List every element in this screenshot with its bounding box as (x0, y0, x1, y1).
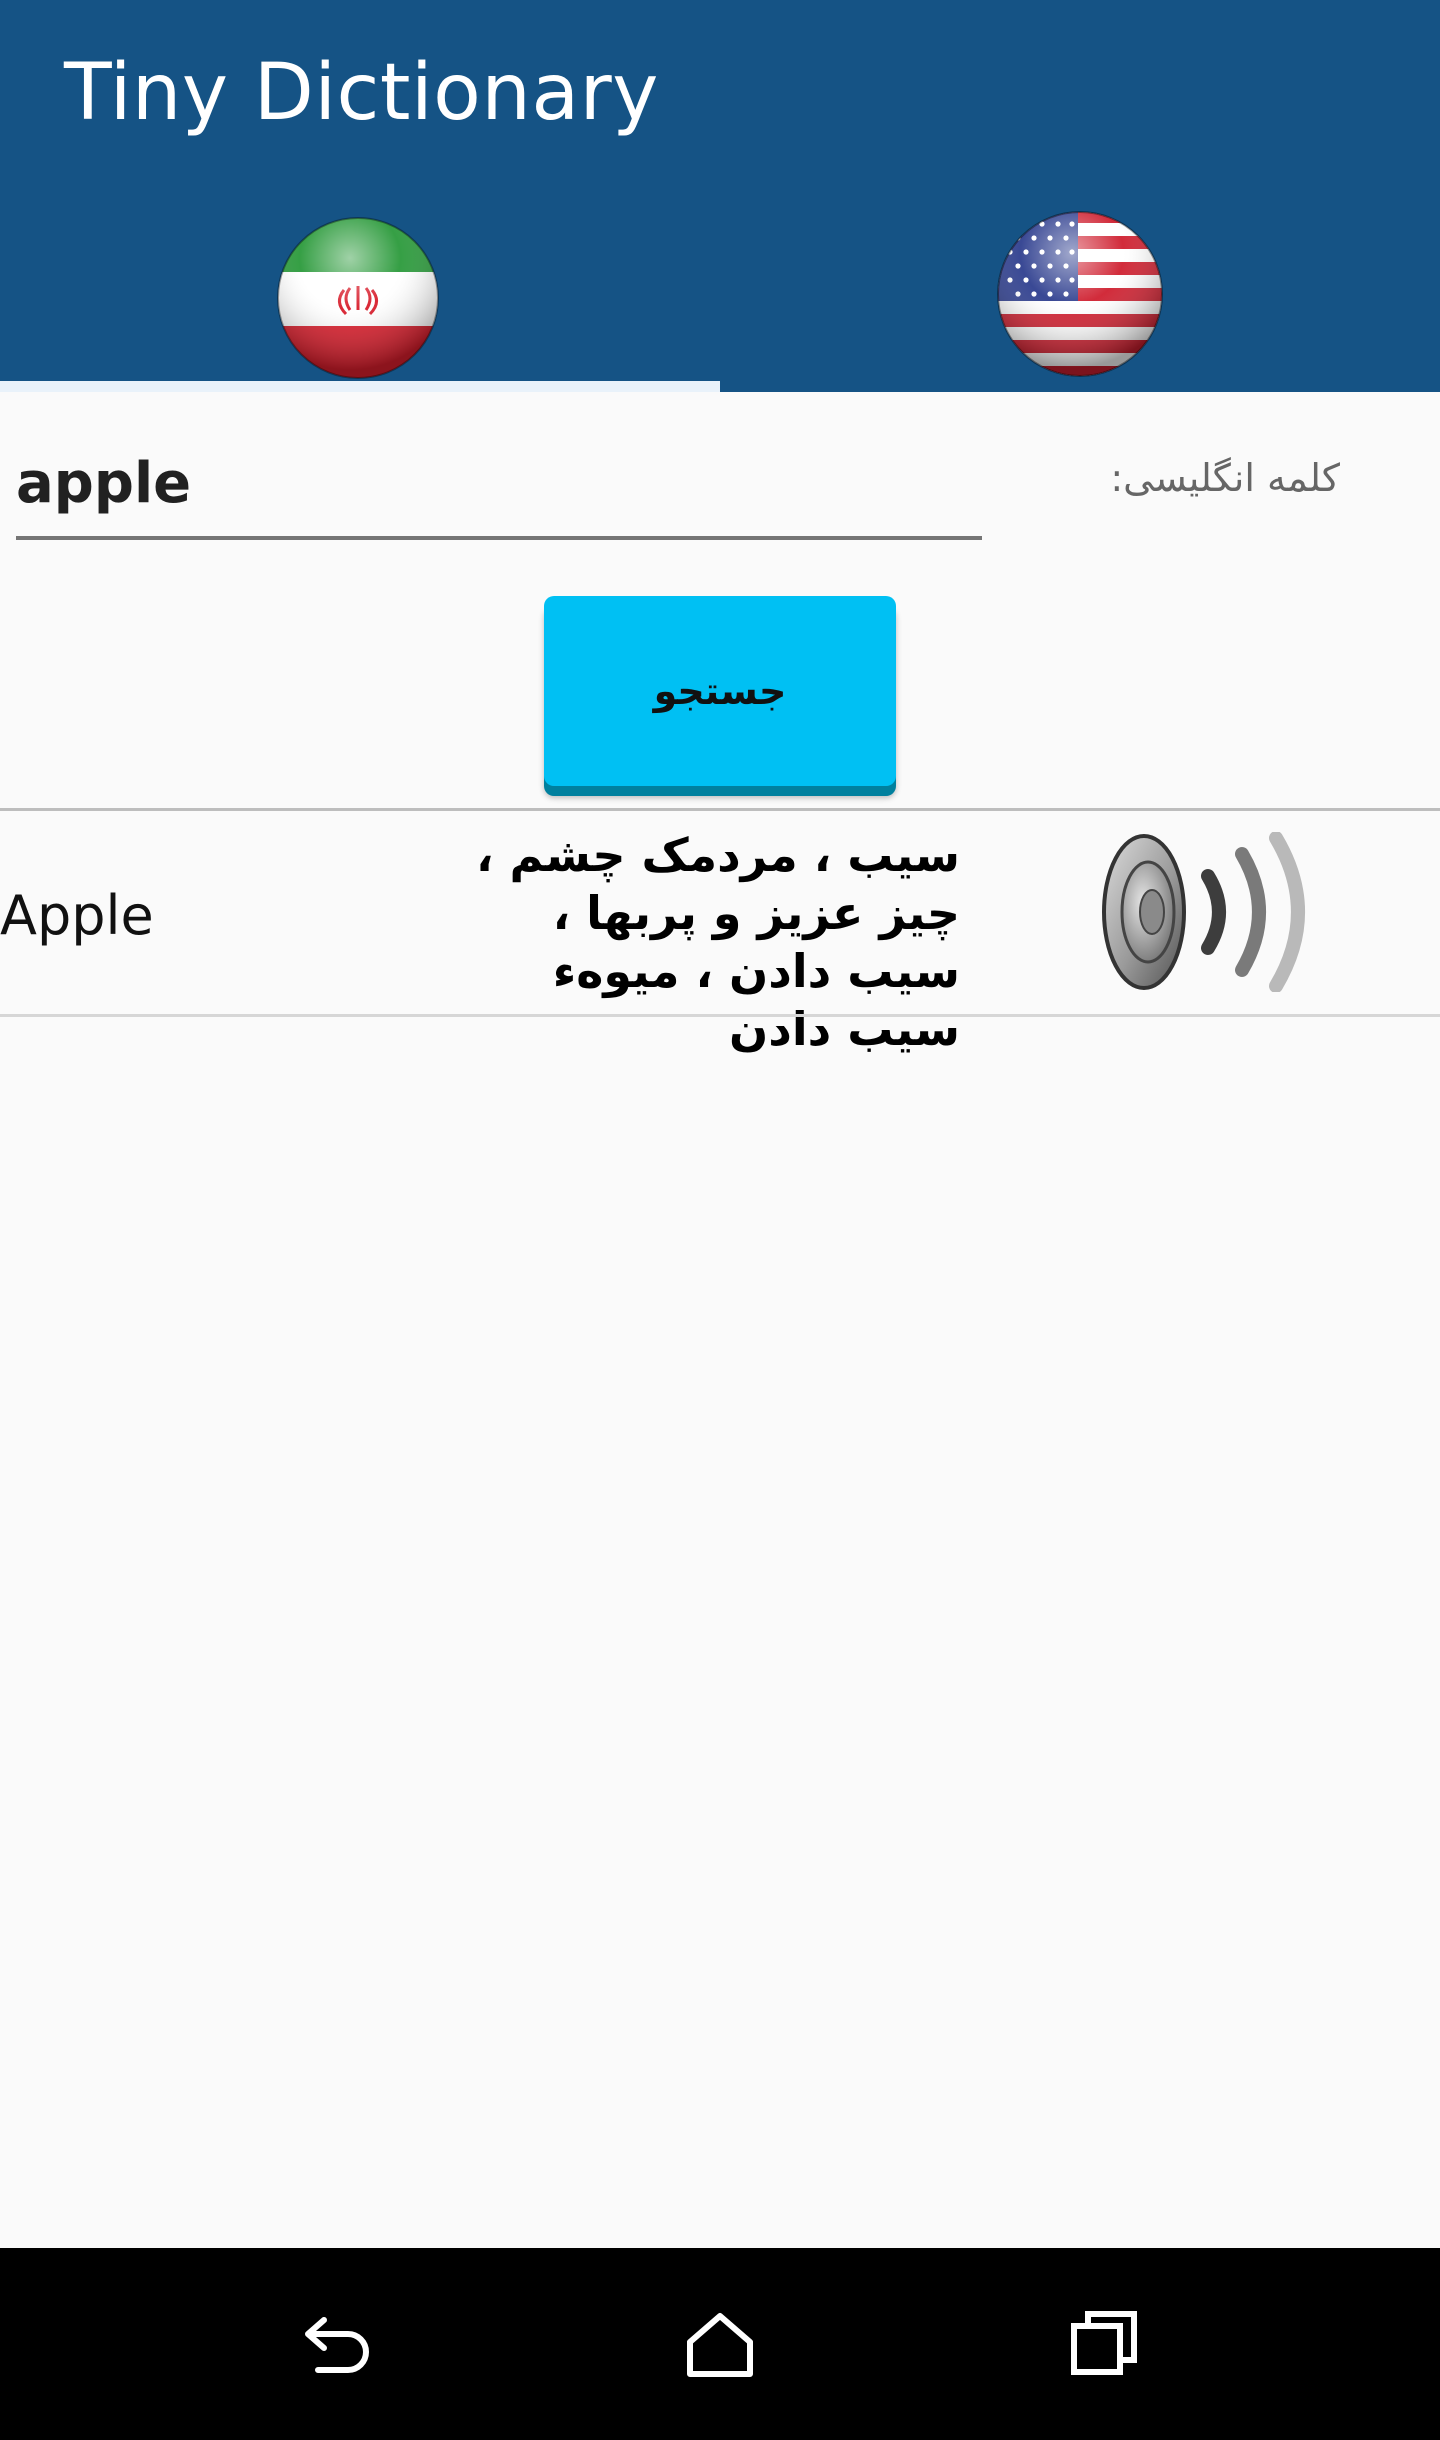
back-icon (305, 2317, 369, 2373)
recents-icon (1071, 2311, 1137, 2375)
app-title: Tiny Dictionary (64, 48, 659, 138)
result-divider-top (0, 808, 1440, 811)
result-meaning: سیب ، مردمک چشم ، چیز عزیز و پربها ، سیب… (475, 828, 960, 1056)
result-divider-bottom (0, 1014, 1440, 1017)
home-button[interactable] (640, 2248, 800, 2440)
english-word-label: کلمه انگلیسی: (1110, 456, 1340, 500)
speaker-icon[interactable] (1096, 832, 1306, 992)
tab-indicator (0, 381, 720, 392)
recents-button[interactable] (1024, 2248, 1184, 2440)
app-bar: Tiny Dictionary (0, 0, 1440, 392)
iran-flag-icon (277, 217, 439, 379)
system-navigation-bar (0, 2248, 1440, 2440)
back-button[interactable] (256, 2248, 416, 2440)
home-icon (687, 2313, 753, 2377)
usa-flag-icon (997, 211, 1163, 377)
tab-english[interactable] (720, 196, 1440, 392)
result-word: Apple (0, 884, 154, 947)
english-word-input[interactable] (16, 430, 982, 540)
tab-persian[interactable] (0, 196, 720, 392)
search-button[interactable]: جستجو (544, 596, 896, 786)
